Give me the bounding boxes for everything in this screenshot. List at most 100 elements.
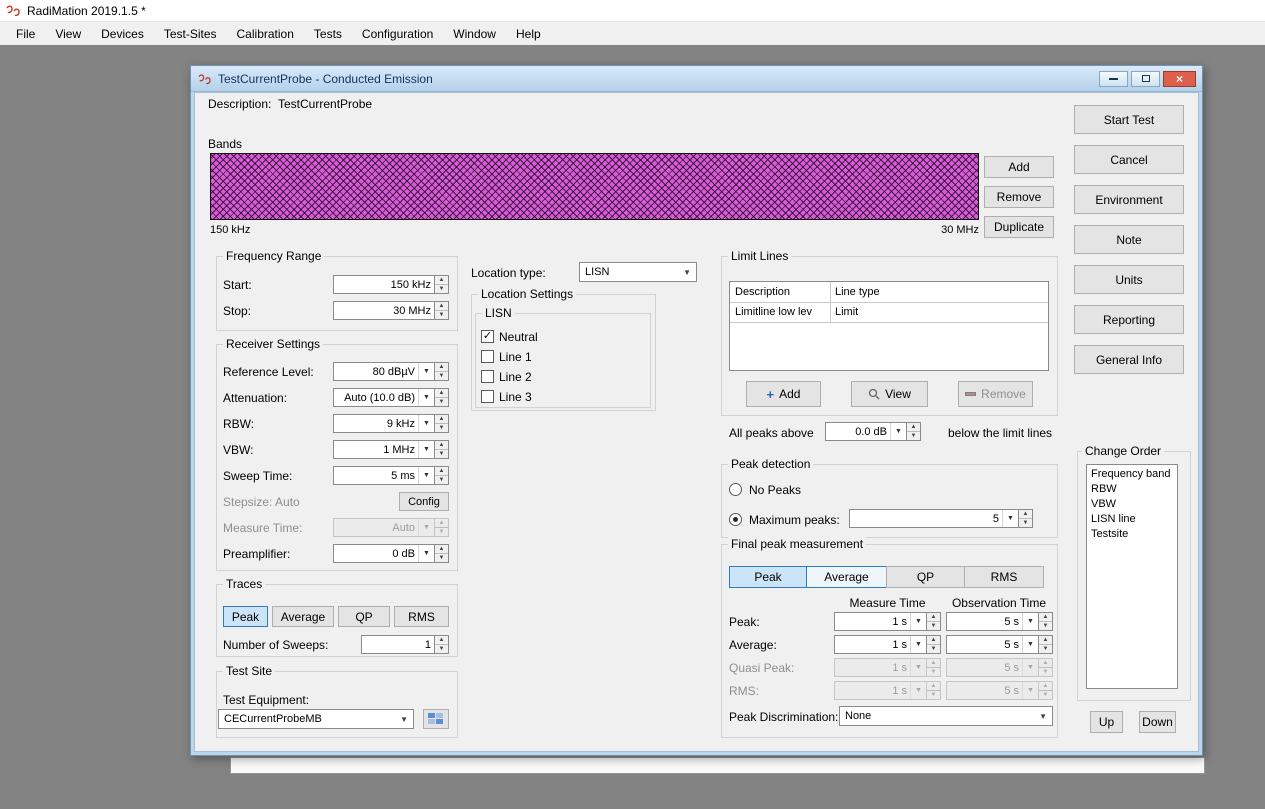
spin-down-icon[interactable]: ▼: [435, 554, 448, 562]
peak-observation-time-value[interactable]: 5 s: [947, 613, 1022, 630]
number-of-sweeps-value[interactable]: 1: [362, 636, 434, 653]
note-button[interactable]: Note: [1074, 225, 1184, 254]
dropdown-arrow-icon[interactable]: ▼: [910, 636, 926, 653]
band-duplicate-button[interactable]: Duplicate: [984, 216, 1054, 238]
menu-window[interactable]: Window: [443, 24, 506, 44]
maximize-button[interactable]: [1131, 71, 1160, 87]
dropdown-arrow-icon[interactable]: ▼: [1002, 510, 1018, 527]
spin-up-icon[interactable]: ▲: [435, 302, 448, 311]
limit-add-button[interactable]: + Add: [746, 381, 821, 407]
stop-value[interactable]: 30 MHz: [334, 302, 434, 319]
start-field[interactable]: 150 kHz ▲▼: [333, 275, 449, 294]
spin-down-icon[interactable]: ▼: [435, 372, 448, 380]
spin-up-icon[interactable]: ▲: [927, 613, 940, 622]
spin-up-icon[interactable]: ▲: [1039, 636, 1052, 645]
reference-level-field[interactable]: 80 dBµV ▼ ▲▼: [333, 362, 449, 381]
number-of-sweeps-field[interactable]: 1 ▲▼: [361, 635, 449, 654]
spin-down-icon[interactable]: ▼: [435, 476, 448, 484]
spin-up-icon[interactable]: ▲: [435, 389, 448, 398]
line2-checkbox[interactable]: [481, 370, 494, 383]
dropdown-arrow-icon[interactable]: ▼: [418, 363, 434, 380]
maximum-peaks-radio[interactable]: [729, 513, 742, 526]
change-order-up-button[interactable]: Up: [1090, 711, 1123, 733]
spin-up-icon[interactable]: ▲: [1019, 510, 1032, 519]
spin-up-icon[interactable]: ▲: [435, 545, 448, 554]
peaks-above-value[interactable]: 0.0 dB: [826, 423, 890, 440]
dropdown-arrow-icon[interactable]: ▼: [1022, 636, 1038, 653]
spin-down-icon[interactable]: ▼: [1039, 645, 1052, 653]
sweep-time-field[interactable]: 5 ms ▼ ▲▼: [333, 466, 449, 485]
maximum-peaks-field[interactable]: 5 ▼ ▲▼: [849, 509, 1033, 528]
attenuation-value[interactable]: Auto (10.0 dB): [334, 389, 418, 406]
limit-lines-table[interactable]: Description Line type Limitline low lev …: [729, 281, 1049, 371]
neutral-checkbox[interactable]: ✓: [481, 330, 494, 343]
spin-up-icon[interactable]: ▲: [907, 423, 920, 432]
band-remove-button[interactable]: Remove: [984, 186, 1054, 208]
preamplifier-value[interactable]: 0 dB: [334, 545, 418, 562]
average-observation-time-value[interactable]: 5 s: [947, 636, 1022, 653]
spin-down-icon[interactable]: ▼: [435, 398, 448, 406]
menu-view[interactable]: View: [45, 24, 91, 44]
limit-view-button[interactable]: View: [851, 381, 928, 407]
final-peak-toggle[interactable]: Peak: [729, 566, 807, 588]
spin-down-icon[interactable]: ▼: [927, 645, 940, 653]
spin-up-icon[interactable]: ▲: [1039, 613, 1052, 622]
start-value[interactable]: 150 kHz: [334, 276, 434, 293]
traces-qp-toggle[interactable]: QP: [338, 606, 390, 627]
menu-test-sites[interactable]: Test-Sites: [154, 24, 227, 44]
traces-rms-toggle[interactable]: RMS: [394, 606, 449, 627]
spin-down-icon[interactable]: ▼: [1019, 519, 1032, 527]
limit-remove-button[interactable]: Remove: [958, 381, 1033, 407]
list-item[interactable]: Frequency band: [1087, 467, 1177, 482]
peak-measure-time-value[interactable]: 1 s: [835, 613, 910, 630]
config-button[interactable]: Config: [399, 492, 449, 511]
bands-display[interactable]: [210, 153, 979, 220]
spin-down-icon[interactable]: ▼: [907, 432, 920, 440]
menu-calibration[interactable]: Calibration: [227, 24, 304, 44]
peak-discrimination-select[interactable]: None ▼: [839, 706, 1053, 726]
line3-checkbox[interactable]: [481, 390, 494, 403]
average-measure-time-field[interactable]: 1 s ▼ ▲▼: [834, 635, 941, 654]
dropdown-arrow-icon[interactable]: ▼: [418, 467, 434, 484]
reporting-button[interactable]: Reporting: [1074, 305, 1184, 334]
band-add-button[interactable]: Add: [984, 156, 1054, 178]
final-rms-toggle[interactable]: RMS: [964, 566, 1044, 588]
rbw-field[interactable]: 9 kHz ▼ ▲▼: [333, 414, 449, 433]
peaks-above-field[interactable]: 0.0 dB ▼ ▲▼: [825, 422, 921, 441]
average-measure-time-value[interactable]: 1 s: [835, 636, 910, 653]
menu-help[interactable]: Help: [506, 24, 551, 44]
stop-field[interactable]: 30 MHz ▲▼: [333, 301, 449, 320]
dropdown-arrow-icon[interactable]: ▼: [418, 441, 434, 458]
dropdown-arrow-icon[interactable]: ▼: [418, 415, 434, 432]
spin-up-icon[interactable]: ▲: [435, 467, 448, 476]
rbw-value[interactable]: 9 kHz: [334, 415, 418, 432]
spin-up-icon[interactable]: ▲: [435, 636, 448, 645]
close-button[interactable]: ×: [1163, 71, 1196, 87]
dropdown-arrow-icon[interactable]: ▼: [418, 545, 434, 562]
spin-up-icon[interactable]: ▲: [435, 415, 448, 424]
dropdown-arrow-icon[interactable]: ▼: [910, 613, 926, 630]
location-type-select[interactable]: LISN ▼: [579, 262, 697, 282]
spin-down-icon[interactable]: ▼: [435, 285, 448, 293]
dialog-titlebar[interactable]: TestCurrentProbe - Conducted Emission ×: [191, 66, 1202, 92]
sweep-time-value[interactable]: 5 ms: [334, 467, 418, 484]
attenuation-field[interactable]: Auto (10.0 dB) ▼ ▲▼: [333, 388, 449, 407]
test-equipment-select[interactable]: CECurrentProbeMB ▼: [218, 709, 414, 729]
peak-observation-time-field[interactable]: 5 s ▼ ▲▼: [946, 612, 1053, 631]
start-test-button[interactable]: Start Test: [1074, 105, 1184, 134]
list-item[interactable]: LISN line: [1087, 512, 1177, 527]
vbw-field[interactable]: 1 MHz ▼ ▲▼: [333, 440, 449, 459]
spin-down-icon[interactable]: ▼: [435, 645, 448, 653]
traces-peak-toggle[interactable]: Peak: [223, 606, 268, 627]
general-info-button[interactable]: General Info: [1074, 345, 1184, 374]
spin-up-icon[interactable]: ▲: [435, 276, 448, 285]
spin-down-icon[interactable]: ▼: [1039, 622, 1052, 630]
change-order-list[interactable]: Frequency band RBW VBW LISN line Testsit…: [1086, 464, 1178, 689]
preamplifier-field[interactable]: 0 dB ▼ ▲▼: [333, 544, 449, 563]
traces-average-toggle[interactable]: Average: [272, 606, 334, 627]
line1-checkbox[interactable]: [481, 350, 494, 363]
row-line-type[interactable]: Limit: [835, 306, 858, 318]
no-peaks-radio[interactable]: [729, 483, 742, 496]
spin-down-icon[interactable]: ▼: [435, 450, 448, 458]
list-item[interactable]: Testsite: [1087, 527, 1177, 542]
